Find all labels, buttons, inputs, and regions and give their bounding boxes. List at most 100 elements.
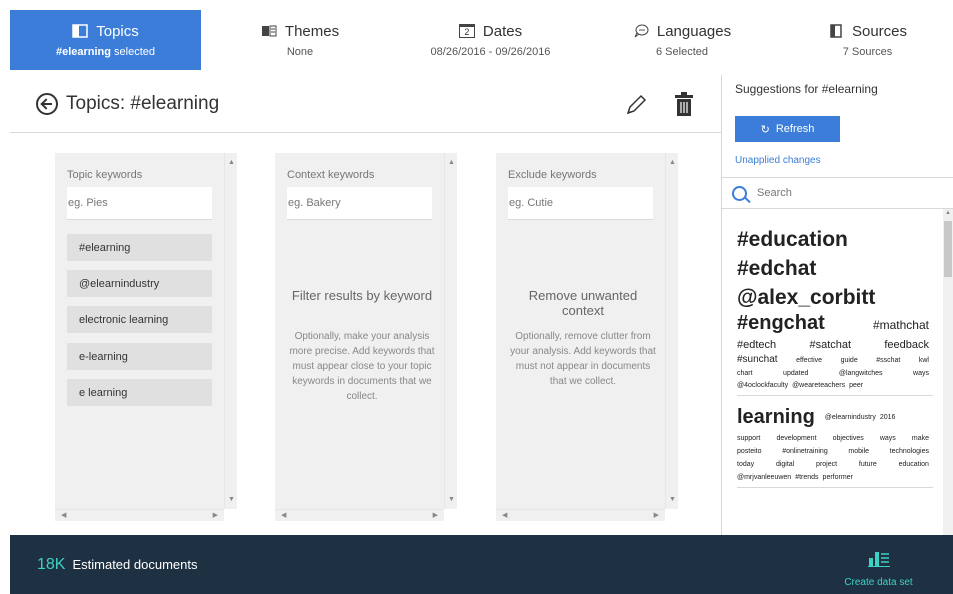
- estimated-count: 18K: [37, 555, 66, 573]
- tab-sources[interactable]: Sources 7 Sources: [782, 10, 953, 70]
- suggestion-word[interactable]: #satchat: [809, 339, 851, 351]
- suggestion-word[interactable]: peer: [849, 382, 863, 389]
- scroll-up-icon[interactable]: ▲: [945, 210, 951, 216]
- exclude-keywords-panel: Exclude keywords Remove unwanted context…: [496, 153, 678, 521]
- keyword-chip[interactable]: e-learning: [67, 343, 212, 370]
- suggestion-word[interactable]: mobile: [848, 448, 869, 455]
- suggestion-word[interactable]: support: [737, 435, 760, 442]
- scroll-up-icon[interactable]: ▲: [228, 159, 235, 166]
- scroll-left-icon[interactable]: ◀: [281, 511, 286, 519]
- suggestion-word[interactable]: #onlinetraining: [782, 448, 828, 455]
- tab-topics-selection: #elearning: [55, 45, 111, 58]
- horizontal-scrollbar[interactable]: ◀ ▶: [496, 509, 665, 521]
- suggestion-word[interactable]: #sschat: [876, 357, 900, 364]
- topic-keywords-label: Topic keywords: [67, 169, 143, 181]
- suggestion-word[interactable]: @4oclockfaculty: [737, 382, 788, 389]
- back-arrow-icon[interactable]: [36, 92, 58, 115]
- suggestion-word[interactable]: @weareteachers: [792, 382, 845, 389]
- suggestion-word[interactable]: #engchat: [737, 312, 825, 335]
- refresh-button[interactable]: ↻ Refresh: [735, 116, 840, 142]
- keyword-chip[interactable]: e learning: [67, 379, 212, 406]
- tab-languages[interactable]: Languages 6 Selected: [582, 10, 782, 70]
- estimated-label: Estimated documents: [72, 557, 198, 572]
- scroll-up-icon[interactable]: ▲: [448, 159, 455, 166]
- suggestion-word[interactable]: development: [776, 435, 816, 442]
- scroll-down-icon[interactable]: ▼: [448, 496, 455, 503]
- scroll-down-icon[interactable]: ▼: [669, 496, 676, 503]
- page-title: Topics: #elearning: [66, 92, 220, 114]
- calendar-icon: 2: [458, 24, 475, 38]
- suggestion-word[interactable]: @mrjvanleeuwen: [737, 474, 791, 481]
- scroll-left-icon[interactable]: ◀: [61, 511, 66, 519]
- tab-topics-label: Topics: [96, 22, 139, 40]
- suggestion-word[interactable]: #edtech: [737, 339, 776, 351]
- suggestion-word[interactable]: posteito: [737, 448, 762, 455]
- suggestion-word[interactable]: objectives: [833, 435, 864, 442]
- suggestion-word[interactable]: 2016: [880, 414, 896, 421]
- suggestion-word[interactable]: education: [899, 461, 929, 468]
- suggestion-word[interactable]: #trends: [795, 474, 818, 481]
- topic-keyword-input[interactable]: [67, 187, 212, 220]
- suggestion-word[interactable]: performer: [823, 474, 853, 481]
- horizontal-scrollbar[interactable]: ◀ ▶: [275, 509, 444, 521]
- suggestion-word[interactable]: @elearnindustry: [825, 414, 876, 421]
- suggestion-word[interactable]: learning: [737, 406, 815, 429]
- suggestion-word[interactable]: technologies: [890, 448, 929, 455]
- scroll-right-icon[interactable]: ▶: [654, 511, 659, 519]
- keyword-chip[interactable]: #elearning: [67, 234, 212, 261]
- suggestion-word[interactable]: ways: [880, 435, 896, 442]
- scroll-up-icon[interactable]: ▲: [669, 159, 676, 166]
- themes-icon: [261, 25, 277, 37]
- suggestion-word[interactable]: #education: [737, 225, 929, 254]
- vertical-scrollbar[interactable]: ▲ ▼: [444, 153, 457, 509]
- suggestion-word[interactable]: make: [912, 435, 929, 442]
- suggestion-word[interactable]: future: [859, 461, 877, 468]
- scroll-right-icon[interactable]: ▶: [213, 511, 218, 519]
- tab-sources-label: Sources: [851, 22, 908, 40]
- suggestion-word[interactable]: digital: [776, 461, 794, 468]
- suggestion-word[interactable]: @langwitches: [839, 370, 883, 377]
- scroll-left-icon[interactable]: ◀: [502, 511, 507, 519]
- context-help-title: Filter results by keyword: [291, 288, 433, 303]
- suggestion-word[interactable]: updated: [783, 370, 808, 377]
- create-data-set-button[interactable]: Create data set: [836, 549, 921, 588]
- vertical-scrollbar[interactable]: ▲ ▼: [224, 153, 237, 509]
- exclude-help-title: Remove unwanted context: [528, 288, 638, 318]
- suggestions-sidebar: Suggestions for #elearning ↻ Refresh Una…: [721, 75, 953, 535]
- exclude-keyword-input[interactable]: [508, 187, 653, 220]
- scroll-thumb[interactable]: [944, 221, 952, 277]
- trash-icon[interactable]: [674, 91, 694, 117]
- suggestion-word[interactable]: kwl: [919, 357, 929, 364]
- suggestion-word[interactable]: @alex_corbitt: [737, 283, 929, 312]
- context-keyword-input[interactable]: [287, 187, 432, 220]
- sidebar-scrollbar[interactable]: ▲: [943, 209, 953, 535]
- tab-dates[interactable]: 2 Dates 08/26/2016 - 09/26/2016: [399, 10, 582, 70]
- vertical-scrollbar[interactable]: ▲ ▼: [665, 153, 678, 509]
- sources-icon: [830, 24, 842, 38]
- tab-themes[interactable]: Themes None: [201, 10, 399, 70]
- suggestion-word[interactable]: #edchat: [737, 254, 929, 283]
- suggestion-word[interactable]: today: [737, 461, 754, 468]
- scroll-down-icon[interactable]: ▼: [228, 496, 235, 503]
- suggestion-word[interactable]: project: [816, 461, 837, 468]
- keyword-chip[interactable]: @elearnindustry: [67, 270, 212, 297]
- suggestion-word[interactable]: #mathchat: [873, 318, 929, 332]
- suggestion-word[interactable]: feedback: [884, 339, 929, 351]
- scroll-right-icon[interactable]: ▶: [433, 511, 438, 519]
- context-keywords-panel: Context keywords Filter results by keywo…: [275, 153, 457, 521]
- pencil-icon[interactable]: [624, 93, 648, 117]
- suggestion-word[interactable]: chart: [737, 370, 753, 377]
- suggestion-word[interactable]: guide: [841, 357, 858, 364]
- horizontal-scrollbar[interactable]: ◀ ▶: [55, 509, 224, 521]
- suggestion-word[interactable]: #sunchat: [737, 354, 778, 365]
- search-input[interactable]: [757, 187, 927, 199]
- suggestion-word[interactable]: ways: [913, 370, 929, 377]
- tab-dates-sub: 08/26/2016 - 09/26/2016: [430, 45, 551, 58]
- keyword-chip[interactable]: electronic learning: [67, 306, 212, 333]
- refresh-label: Refresh: [775, 123, 815, 135]
- tab-topics[interactable]: Topics #elearning selected: [10, 10, 201, 70]
- suggestion-word[interactable]: effective: [796, 357, 822, 364]
- unapplied-changes-link[interactable]: Unapplied changes: [735, 155, 821, 166]
- suggestion-cloud: #education #edchat @alex_corbitt #engcha…: [737, 225, 933, 488]
- tab-dates-label: Dates: [482, 22, 523, 40]
